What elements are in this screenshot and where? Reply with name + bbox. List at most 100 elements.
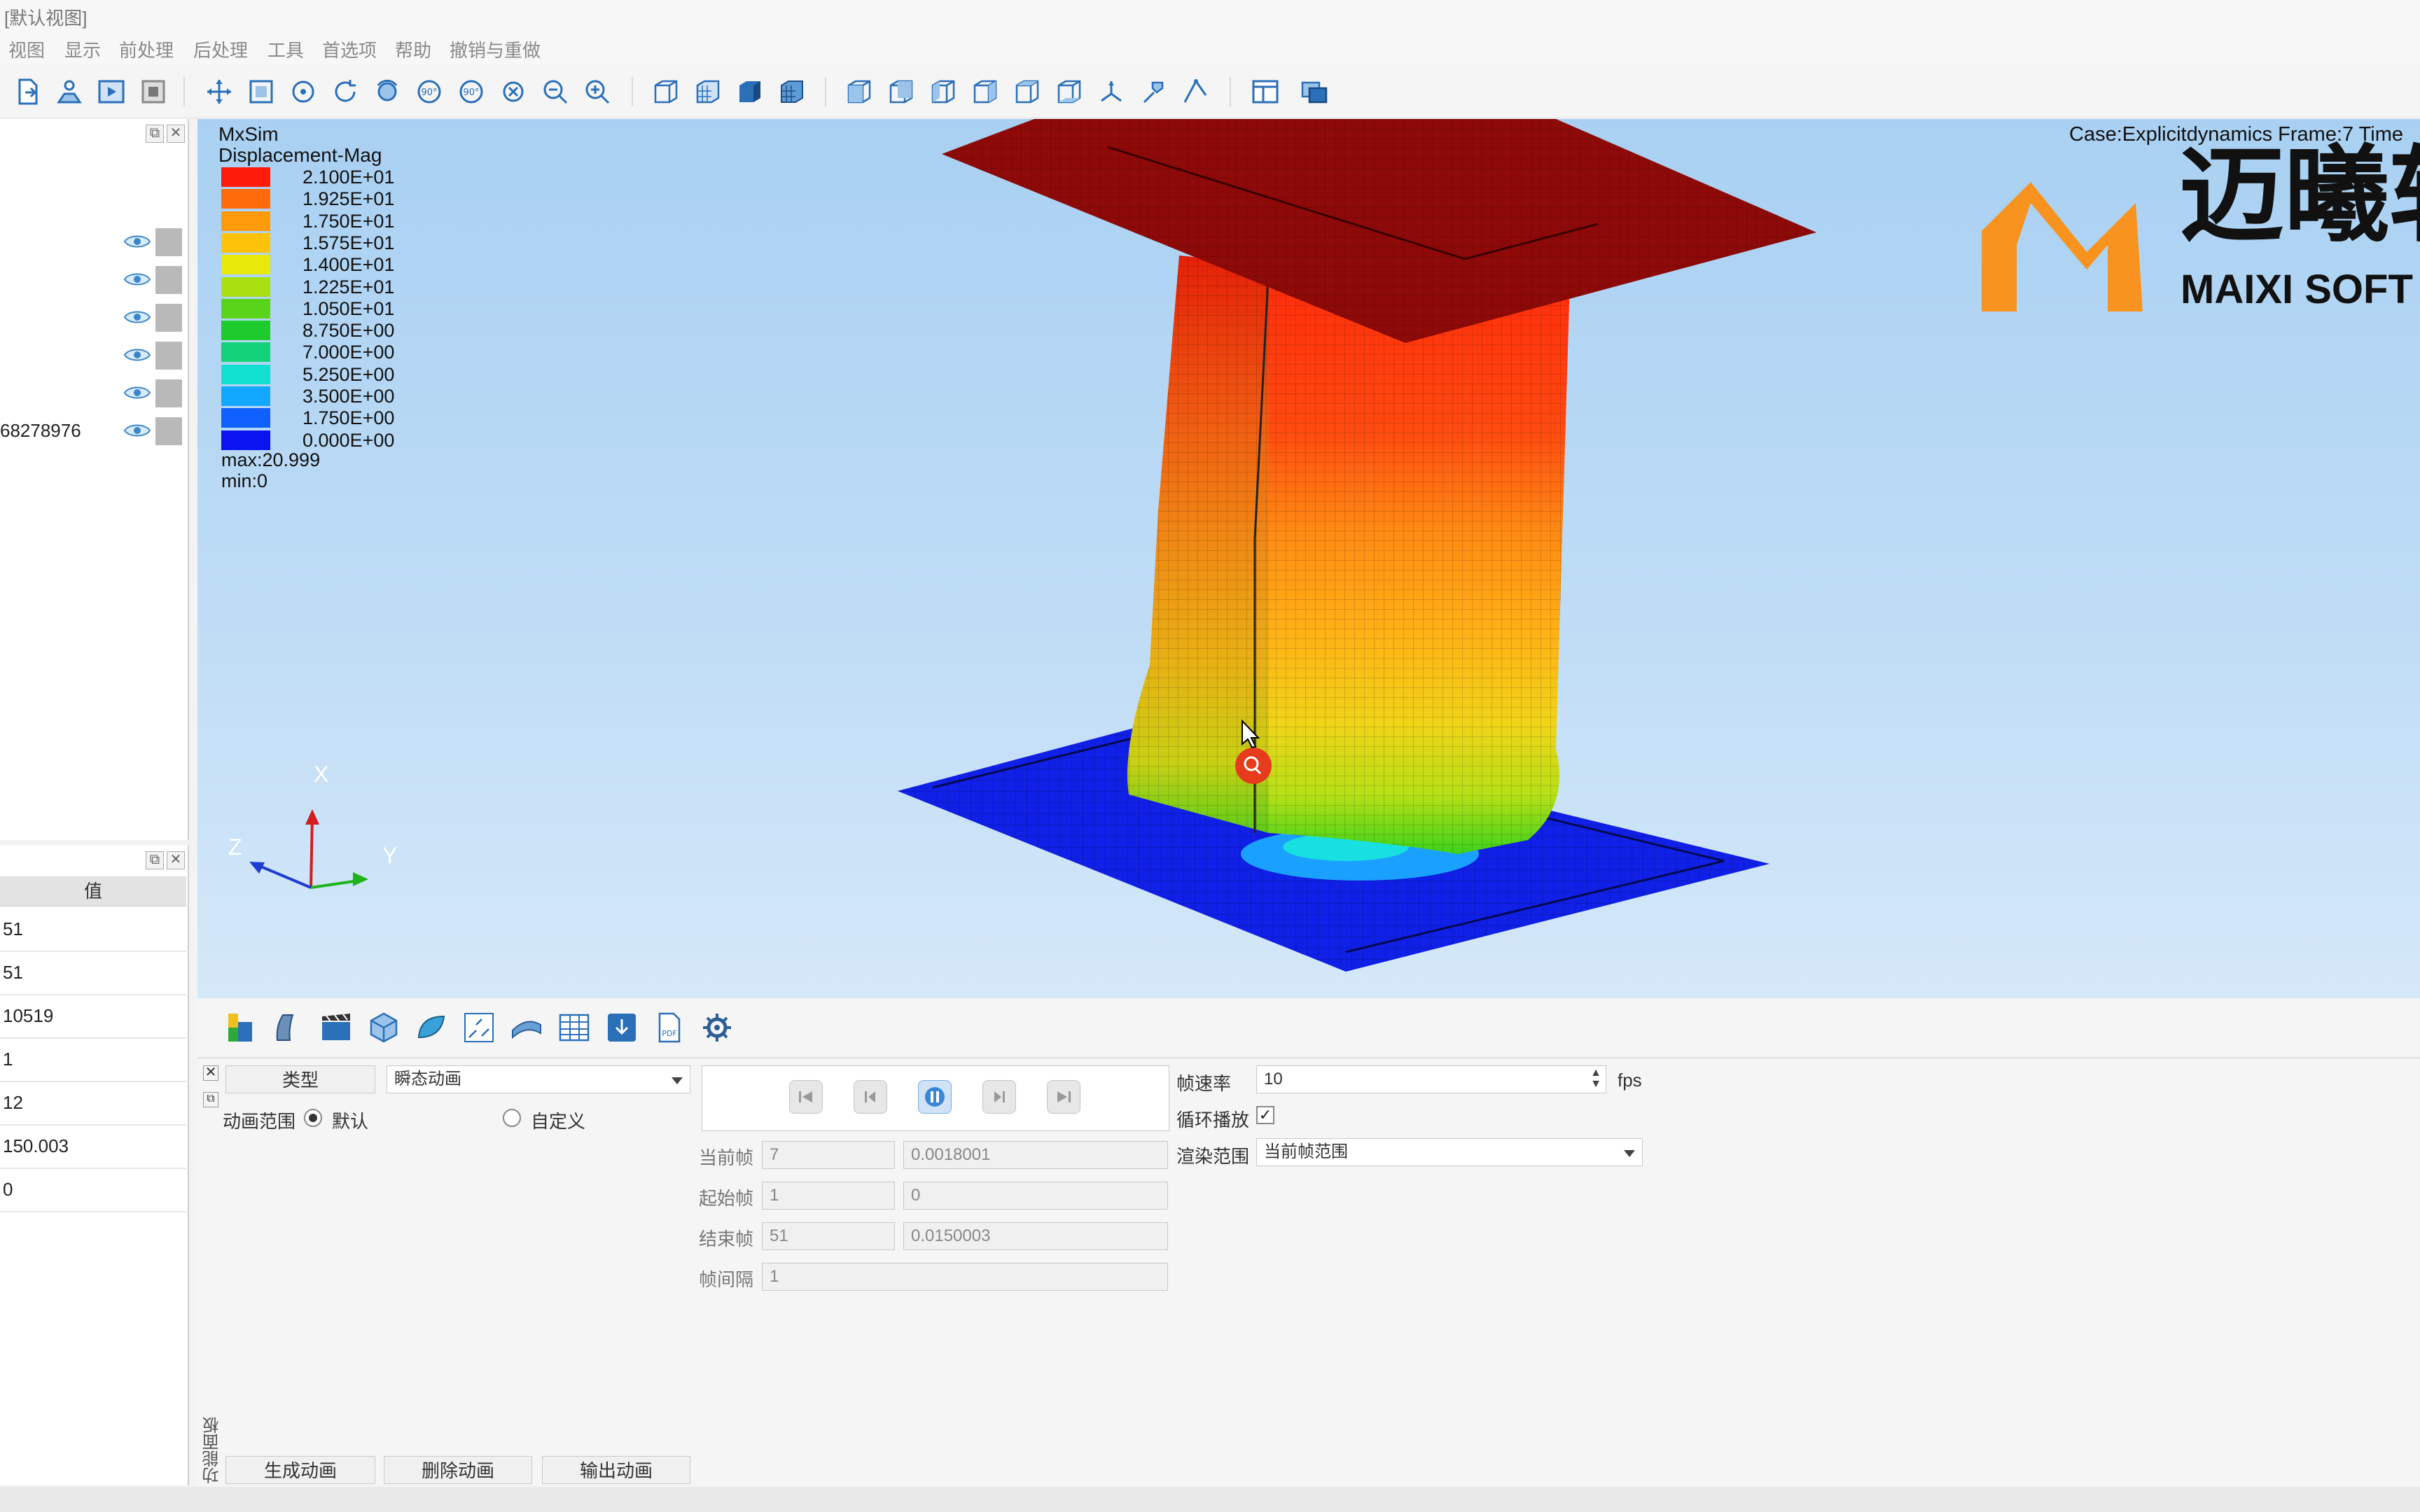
pause-button[interactable]	[918, 1080, 952, 1114]
mesh-lines-icon[interactable]	[692, 76, 724, 108]
zoom-out-icon[interactable]	[539, 76, 571, 108]
start-time-field[interactable]: 0	[903, 1182, 1168, 1210]
prev-frame-button[interactable]	[854, 1080, 887, 1114]
animation-icon[interactable]	[318, 1009, 354, 1046]
eye-icon[interactable]	[123, 346, 151, 364]
eye-icon[interactable]	[123, 308, 151, 326]
color-swatch[interactable]	[155, 342, 182, 370]
graphics-viewport[interactable]: MxSim Displacement-Mag 2.100E+01 1.925E+0…	[197, 119, 2420, 998]
property-row[interactable]: 0	[0, 1168, 186, 1212]
menu-display[interactable]: 显示	[64, 36, 101, 62]
color-swatch[interactable]	[155, 379, 182, 407]
menu-preprocess[interactable]: 前处理	[119, 36, 174, 62]
fit-view-icon[interactable]	[245, 76, 277, 108]
view-left-icon[interactable]	[927, 76, 959, 108]
function-panel-tab[interactable]: 功能面板	[200, 1407, 222, 1484]
tree-item[interactable]	[0, 337, 186, 372]
cube-icon[interactable]	[366, 1009, 402, 1046]
close-panel-icon[interactable]: ✕	[167, 125, 185, 143]
property-row[interactable]: 51	[0, 951, 186, 995]
start-frame-field[interactable]: 1	[762, 1182, 895, 1210]
stop-icon[interactable]	[137, 76, 169, 108]
tree-item[interactable]	[0, 224, 186, 259]
close-panel-icon[interactable]: ✕	[203, 1065, 218, 1081]
shaded-mesh-icon[interactable]	[776, 76, 808, 108]
download-icon[interactable]	[604, 1009, 640, 1046]
spin-arrows-icon[interactable]: ▲ ▼	[1590, 1068, 1601, 1090]
zoom-in-icon[interactable]	[581, 76, 613, 108]
menu-preferences[interactable]: 首选项	[322, 36, 377, 62]
view-iso-icon[interactable]	[1095, 76, 1127, 108]
fea-model-render[interactable]	[197, 119, 2420, 998]
color-swatch[interactable]	[155, 228, 182, 256]
iso-surface-icon[interactable]	[413, 1009, 450, 1046]
menu-undo-redo[interactable]: 撤销与重做	[450, 36, 541, 62]
shaded-icon[interactable]	[734, 76, 766, 108]
probe-icon[interactable]	[1137, 76, 1169, 108]
section-cut-icon[interactable]	[508, 1009, 545, 1046]
run-icon[interactable]	[95, 76, 127, 108]
menu-postprocess[interactable]: 后处理	[193, 36, 248, 62]
table-icon[interactable]	[556, 1009, 592, 1046]
float-panel-icon[interactable]: ⧉	[146, 125, 164, 143]
center-icon[interactable]	[287, 76, 319, 108]
first-frame-button[interactable]	[789, 1080, 823, 1114]
generate-animation-button[interactable]: 生成动画	[225, 1456, 375, 1484]
view-top-icon[interactable]	[1011, 76, 1043, 108]
wireframe-icon[interactable]	[650, 76, 682, 108]
deform-icon[interactable]	[270, 1009, 307, 1046]
range-custom-radio[interactable]	[503, 1109, 521, 1127]
current-time-field[interactable]: 0.0018001	[903, 1141, 1168, 1169]
render-range-select[interactable]: 当前帧范围	[1256, 1138, 1643, 1166]
eye-icon[interactable]	[123, 232, 151, 251]
animation-type-select[interactable]: 瞬态动画	[387, 1065, 690, 1093]
last-frame-button[interactable]	[1047, 1080, 1080, 1114]
color-swatch[interactable]	[155, 304, 182, 332]
property-row[interactable]: 10519	[0, 994, 186, 1039]
fps-spinbox[interactable]: 10 ▲ ▼	[1256, 1065, 1606, 1093]
interval-field[interactable]: 1	[762, 1263, 1168, 1291]
tree-item[interactable]	[0, 375, 186, 410]
close-panel-icon[interactable]: ✕	[167, 851, 185, 869]
contour-icon[interactable]	[223, 1009, 259, 1046]
view-front-icon[interactable]	[843, 76, 875, 108]
measure-icon[interactable]	[1179, 76, 1211, 108]
eye-icon[interactable]	[123, 421, 151, 440]
import-icon[interactable]	[11, 76, 43, 108]
tree-item[interactable]: 68278976	[0, 413, 186, 448]
menu-view[interactable]: 视图	[8, 36, 45, 62]
pdf-export-icon[interactable]: PDF	[651, 1009, 688, 1046]
zoom-box-icon[interactable]	[497, 76, 529, 108]
end-time-field[interactable]: 0.0150003	[903, 1222, 1168, 1250]
property-row[interactable]: 12	[0, 1081, 186, 1126]
property-row[interactable]: 1	[0, 1037, 186, 1082]
color-swatch[interactable]	[155, 417, 182, 445]
tree-item[interactable]	[0, 300, 186, 335]
layout-icon[interactable]	[1249, 76, 1281, 108]
view-right-icon[interactable]	[969, 76, 1001, 108]
range-default-radio[interactable]	[304, 1109, 322, 1127]
view-back-icon[interactable]	[885, 76, 917, 108]
mesh-icon[interactable]	[53, 76, 85, 108]
eye-icon[interactable]	[123, 384, 151, 402]
end-frame-field[interactable]: 51	[762, 1222, 895, 1250]
menu-help[interactable]: 帮助	[395, 36, 431, 62]
rotate-90-ccw-icon[interactable]: 90°	[455, 76, 487, 108]
tree-item[interactable]	[0, 262, 186, 297]
settings-gear-icon[interactable]	[699, 1009, 735, 1046]
view-bottom-icon[interactable]	[1053, 76, 1085, 108]
delete-animation-button[interactable]: 删除动画	[384, 1456, 532, 1484]
rotate-icon[interactable]	[329, 76, 361, 108]
menu-tools[interactable]: 工具	[267, 36, 304, 62]
float-panel-icon[interactable]: ⧉	[146, 851, 164, 869]
property-row[interactable]: 51	[0, 907, 186, 952]
property-row[interactable]: 150.003	[0, 1124, 186, 1169]
next-frame-button[interactable]	[982, 1080, 1016, 1114]
windows-icon[interactable]	[1298, 76, 1330, 108]
color-swatch[interactable]	[155, 266, 182, 294]
current-frame-field[interactable]: 7	[762, 1141, 895, 1169]
loop-checkbox[interactable]: ✓	[1256, 1106, 1274, 1124]
export-animation-button[interactable]: 输出动画	[542, 1456, 690, 1484]
eye-icon[interactable]	[123, 270, 151, 288]
vector-icon[interactable]	[461, 1009, 497, 1046]
